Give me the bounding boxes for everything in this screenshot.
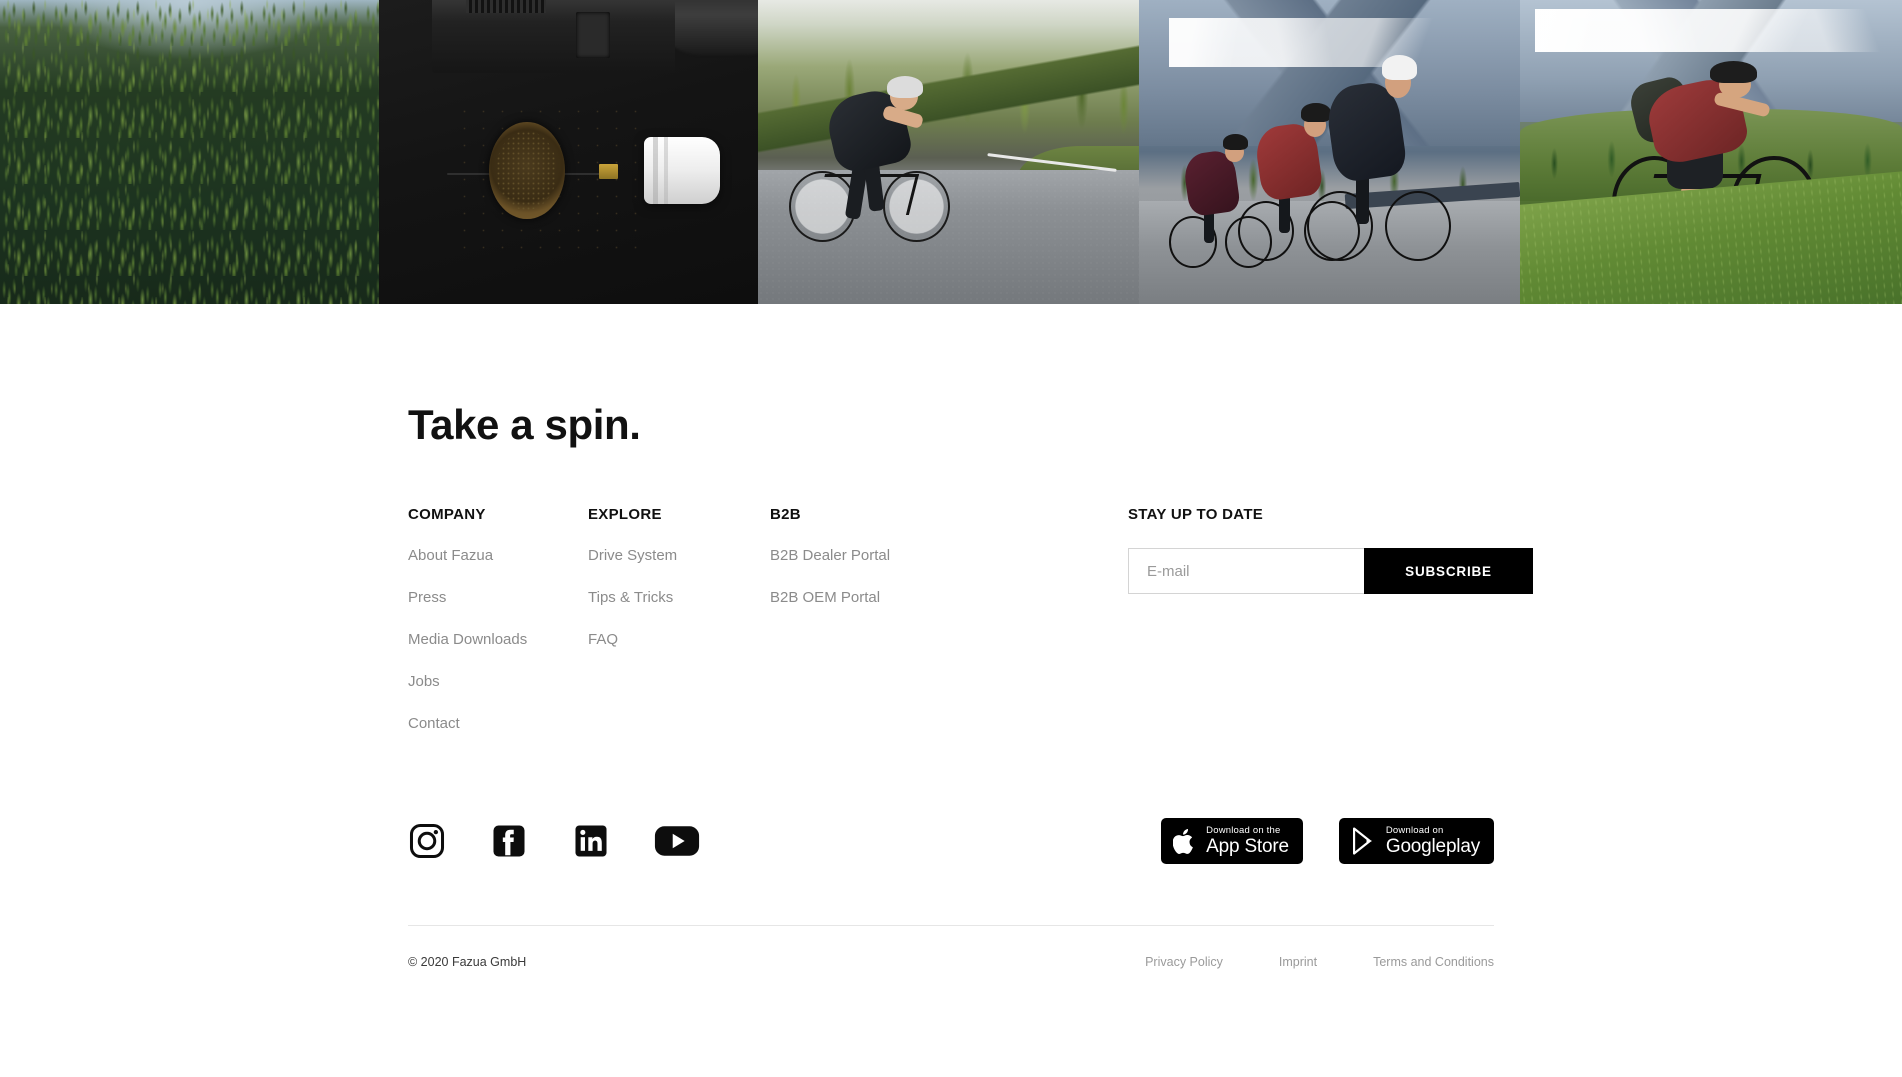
facebook-icon (493, 825, 525, 857)
linkedin-icon (575, 825, 607, 857)
product-flatlay-scene (379, 0, 758, 304)
footer-link-faq[interactable]: FAQ (588, 632, 770, 647)
newsletter-title: STAY UP TO DATE (1128, 506, 1264, 523)
alpine-meadow-scene (1520, 0, 1902, 304)
footer-column-newsletter: STAY UP TO DATE SUBSCRIBE (1128, 506, 1533, 731)
footer-container: Take a spin. COMPANY About Fazua Press M… (408, 304, 1533, 969)
youtube-icon (654, 826, 700, 856)
product-heatsink-fins (466, 0, 547, 13)
google-play-name-light: play (1445, 835, 1480, 857)
footer-link-press[interactable]: Press (408, 590, 588, 605)
footer-link-b2b-oem-portal[interactable]: B2B OEM Portal (770, 590, 1128, 605)
footer-link-jobs[interactable]: Jobs (408, 674, 588, 689)
legal-links: Privacy Policy Imprint Terms and Conditi… (1145, 955, 1494, 969)
alpine-road-scene (1139, 0, 1520, 304)
app-store-text: Download on the App Store (1206, 824, 1289, 857)
linkedin-link[interactable] (572, 822, 610, 860)
hero-panel-road-cyclist-group[interactable] (1139, 0, 1520, 304)
footer-column-title-b2b: B2B (770, 506, 801, 523)
copyright-text: © 2020 Fazua GmbH (408, 955, 527, 969)
social-and-store-row: Download on the App Store Download on Go… (408, 818, 1494, 864)
hero-image-strip (0, 0, 1902, 304)
bowl-pellets (496, 130, 558, 210)
forest-scene (0, 0, 379, 304)
rider-helmet (1710, 60, 1758, 84)
app-store-name: App Store (1206, 835, 1289, 857)
app-store-badge[interactable]: Download on the App Store (1161, 818, 1303, 864)
footer-bottom-bar: © 2020 Fazua GmbH Privacy Policy Imprint… (408, 926, 1494, 969)
newsletter-form: SUBSCRIBE (1128, 548, 1533, 594)
usb-connector (598, 164, 618, 180)
legal-link-imprint[interactable]: Imprint (1279, 955, 1317, 969)
footer-columns: COMPANY About Fazua Press Media Download… (408, 506, 1533, 731)
footer-link-contact[interactable]: Contact (408, 716, 588, 731)
footer-link-tips-and-tricks[interactable]: Tips & Tricks (588, 590, 770, 605)
product-battery (432, 0, 675, 73)
forest-road-scene (758, 0, 1139, 304)
youtube-link[interactable] (654, 822, 700, 860)
social-icon-list (408, 822, 700, 860)
google-play-text: Download on Googleplay (1385, 824, 1480, 857)
app-store-badges: Download on the App Store Download on Go… (1161, 818, 1494, 864)
white-motor-housing (644, 136, 721, 204)
app-store-tagline: Download on the (1206, 824, 1281, 836)
hero-panel-drive-system-flatlay[interactable] (379, 0, 758, 304)
footer-column-b2b: B2B B2B Dealer Portal B2B OEM Portal (770, 506, 1128, 731)
bicycle-wheel-front (1384, 190, 1452, 262)
forest-highlight-texture (0, 0, 379, 304)
google-play-badge[interactable]: Download on Googleplay (1338, 818, 1494, 864)
cyclist-helmet (886, 75, 924, 98)
hero-panel-mountain-biker-meadow[interactable] (1520, 0, 1902, 304)
road-cyclist (789, 75, 964, 249)
snow-caps (1535, 9, 1887, 52)
footer-column-company: COMPANY About Fazua Press Media Download… (408, 506, 588, 731)
page-title: Take a spin. (408, 401, 641, 448)
hero-panel-road-cyclist-forest[interactable] (758, 0, 1139, 304)
footer-column-explore: EXPLORE Drive System Tips & Tricks FAQ (588, 506, 770, 731)
footer-link-b2b-dealer-portal[interactable]: B2B Dealer Portal (770, 548, 1128, 563)
product-connector (576, 12, 611, 58)
cyclist-helmet (1381, 54, 1417, 80)
footer-link-about-fazua[interactable]: About Fazua (408, 548, 588, 563)
email-input[interactable] (1128, 548, 1364, 594)
google-play-name: Googleplay (1385, 835, 1480, 857)
google-play-tagline: Download on (1385, 824, 1444, 836)
footer-link-drive-system[interactable]: Drive System (588, 548, 770, 563)
footer-column-title-explore: EXPLORE (588, 506, 662, 523)
footer-link-media-downloads[interactable]: Media Downloads (408, 632, 588, 647)
instagram-icon (409, 823, 445, 859)
footer-column-title-company: COMPANY (408, 506, 486, 523)
instagram-link[interactable] (408, 822, 446, 860)
legal-link-privacy-policy[interactable]: Privacy Policy (1145, 955, 1223, 969)
facebook-link[interactable] (490, 822, 528, 860)
hero-panel-aerial-forest[interactable] (0, 0, 379, 304)
footer-section: Take a spin. COMPANY About Fazua Press M… (0, 304, 1902, 969)
subscribe-button[interactable]: SUBSCRIBE (1364, 548, 1533, 594)
legal-link-terms-and-conditions[interactable]: Terms and Conditions (1373, 955, 1494, 969)
google-play-triangle-icon (1351, 827, 1377, 855)
apple-logo-icon (1172, 827, 1197, 856)
cyclist-leader (1306, 54, 1452, 262)
google-play-name-bold: Google (1385, 835, 1446, 857)
